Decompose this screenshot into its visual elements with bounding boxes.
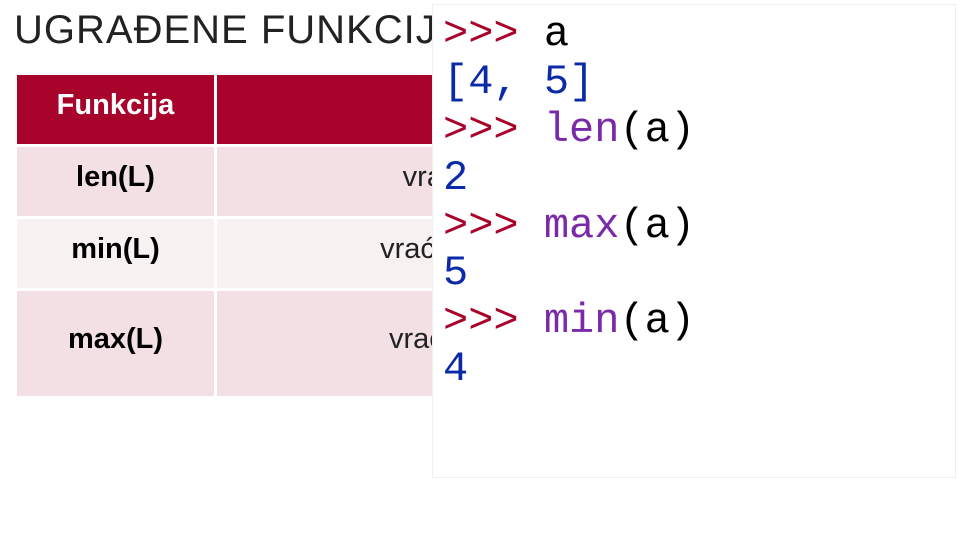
repl-prompt: >>> [443, 106, 544, 154]
repl-prompt: >>> [443, 10, 544, 58]
fn-name-min: min(L) [16, 218, 216, 290]
repl-line: >>> max(a) [443, 203, 945, 251]
repl-line: 2 [443, 155, 945, 203]
repl-token: 2 [443, 154, 468, 202]
repl-token: max [544, 202, 620, 250]
repl-line: 4 [443, 346, 945, 394]
repl-line: 5 [443, 250, 945, 298]
repl-token: 5 [443, 249, 468, 297]
repl-token: (a) [619, 202, 695, 250]
repl-token: min [544, 297, 620, 345]
repl-token: a [544, 10, 569, 58]
repl-line: [4, 5] [443, 59, 945, 107]
repl-token: (a) [619, 297, 695, 345]
repl-token: [4, 5] [443, 58, 594, 106]
repl-prompt: >>> [443, 297, 544, 345]
repl-prompt: >>> [443, 202, 544, 250]
repl-line: >>> len(a) [443, 107, 945, 155]
repl-line: >>> min(a) [443, 298, 945, 346]
repl-token: (a) [619, 106, 695, 154]
header-funkcija: Funkcija [16, 74, 216, 146]
repl-token: len [544, 106, 620, 154]
repl-line: >>> a [443, 11, 945, 59]
python-repl-overlay: >>> a[4, 5]>>> len(a)2>>> max(a)5>>> min… [432, 4, 956, 478]
repl-token: 4 [443, 345, 468, 393]
fn-name-max: max(L) [16, 290, 216, 398]
slide-title: UGRAĐENE FUNKCIJE [14, 8, 464, 53]
fn-name-len: len(L) [16, 146, 216, 218]
